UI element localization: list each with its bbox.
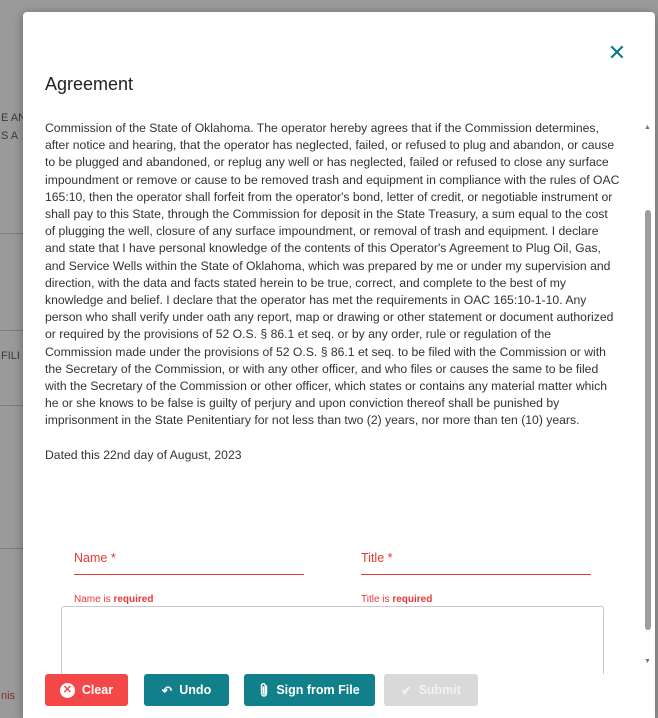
scroll-down-arrow-icon[interactable]: ▼ — [644, 658, 651, 665]
background-text-fragment: FILI — [1, 350, 20, 362]
submit-button[interactable]: ✔ Submit — [384, 674, 478, 706]
title-field[interactable]: Title * — [361, 551, 591, 575]
clear-button-label: Clear — [81, 683, 114, 697]
clear-circle-x-icon: ✕ — [59, 682, 75, 698]
sign-from-file-button[interactable]: Sign from File — [244, 674, 375, 706]
title-field-label: Title * — [361, 551, 393, 565]
background-text-fragment: nis — [1, 690, 16, 702]
background-divider — [0, 548, 24, 549]
title-field-underline — [361, 574, 591, 575]
undo-button[interactable]: ↶ Undo — [144, 674, 229, 706]
name-field[interactable]: Name * — [74, 551, 304, 575]
paperclip-icon — [261, 683, 268, 697]
check-icon: ✔ — [401, 683, 412, 698]
background-divider — [0, 405, 24, 406]
clear-button[interactable]: ✕ Clear — [45, 674, 128, 706]
name-field-label: Name * — [74, 551, 116, 565]
title-error: Title is required — [361, 594, 433, 605]
scroll-thumb[interactable] — [645, 210, 651, 630]
undo-button-label: Undo — [179, 683, 212, 697]
sign-from-file-label: Sign from File — [276, 683, 360, 697]
scroll-up-arrow-icon[interactable]: ▲ — [644, 124, 651, 131]
undo-arrow-icon: ↶ — [161, 683, 173, 698]
modal-title: Agreement — [45, 74, 134, 94]
submit-button-label: Submit — [418, 683, 461, 697]
agreement-scroll-area[interactable]: Commission of the State of Oklahoma. The… — [45, 120, 620, 675]
background-text-fragment: S A — [1, 130, 19, 142]
dated-text: Dated this 22nd day of August, 2023 — [45, 447, 242, 462]
background-divider — [0, 233, 24, 234]
agreement-text: Commission of the State of Oklahoma. The… — [45, 121, 620, 428]
name-error: Name is required — [74, 594, 154, 605]
agreement-modal: ✕ Agreement Commission of the State of O… — [23, 12, 655, 718]
name-field-underline — [74, 574, 304, 575]
close-icon[interactable]: ✕ — [606, 42, 628, 64]
scrollbar[interactable]: ▲ ▼ — [643, 120, 653, 675]
background-divider — [0, 330, 24, 331]
signature-pad[interactable] — [61, 606, 604, 675]
modal-footer: ✕ Clear ↶ Undo Sign from File ✔ Submit — [23, 674, 655, 718]
